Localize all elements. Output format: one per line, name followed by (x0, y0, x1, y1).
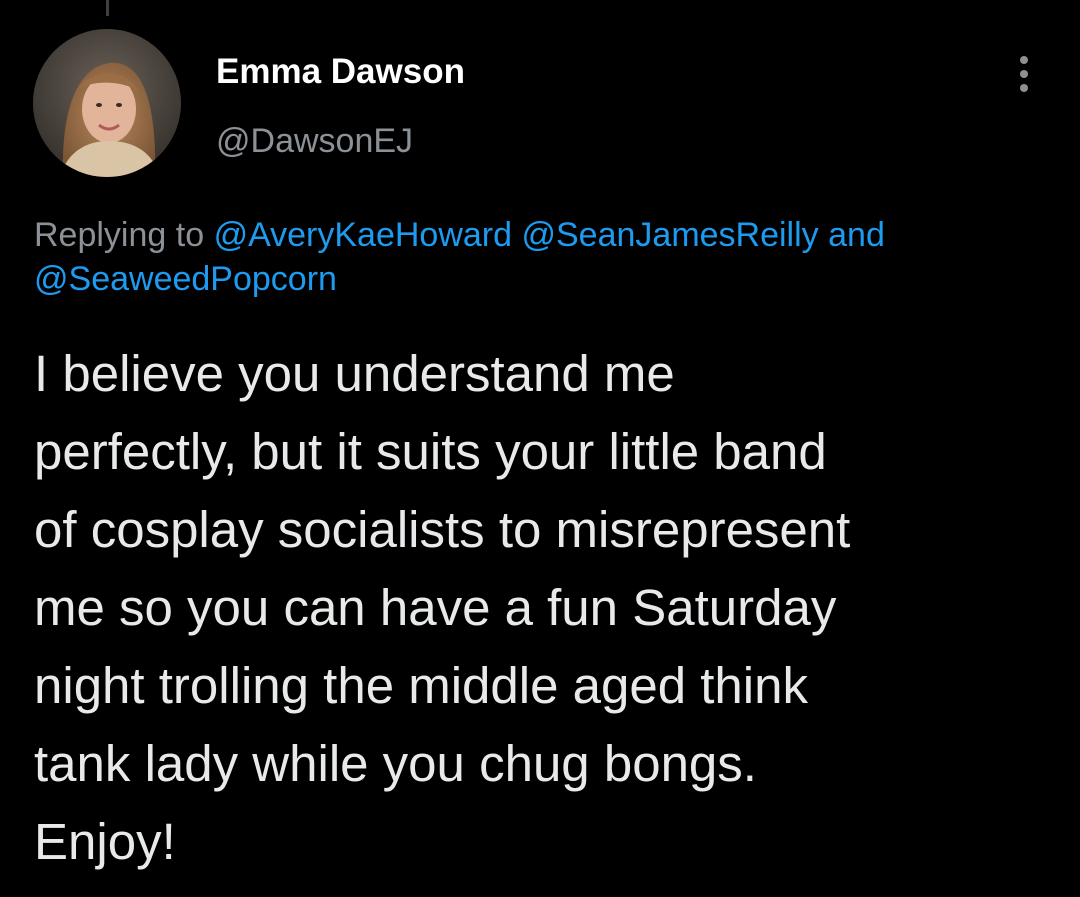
mention-link-seaweedpopcorn[interactable]: @SeaweedPopcorn (34, 260, 337, 298)
avatar[interactable] (33, 29, 181, 177)
mention-others-link[interactable]: and (828, 216, 885, 254)
author-display-name[interactable]: Emma Dawson (216, 52, 465, 92)
tweet-text-line: perfectly, but it suits your little band (34, 423, 827, 480)
profile-photo (33, 29, 181, 177)
tweet-text-line: tank lady while you chug bongs. (34, 735, 757, 792)
tweet-text-line: night trolling the middle aged think (34, 657, 808, 714)
tweet-text-line: Enjoy! (34, 813, 176, 870)
tweet-text: I believe you understand me perfectly, b… (34, 335, 1054, 881)
tweet-text-line: of cosplay socialists to misrepresent (34, 501, 851, 558)
author-handle[interactable]: @DawsonEJ (216, 122, 413, 161)
thread-connector-line (106, 0, 109, 16)
vertical-ellipsis-icon (1020, 56, 1028, 92)
replying-to-label: Replying to (34, 216, 205, 254)
tweet-text-line: I believe you understand me (34, 345, 675, 402)
tweet-text-line: me so you can have a fun Saturday (34, 579, 837, 636)
replying-to-line: Replying to @AveryKaeHoward @SeanJamesRe… (34, 213, 1044, 301)
more-options-button[interactable] (1006, 52, 1042, 96)
mention-link-averykaehoward[interactable]: @AveryKaeHoward (214, 216, 512, 254)
mention-link-seanjamesreilly[interactable]: @SeanJamesReilly (521, 216, 818, 254)
